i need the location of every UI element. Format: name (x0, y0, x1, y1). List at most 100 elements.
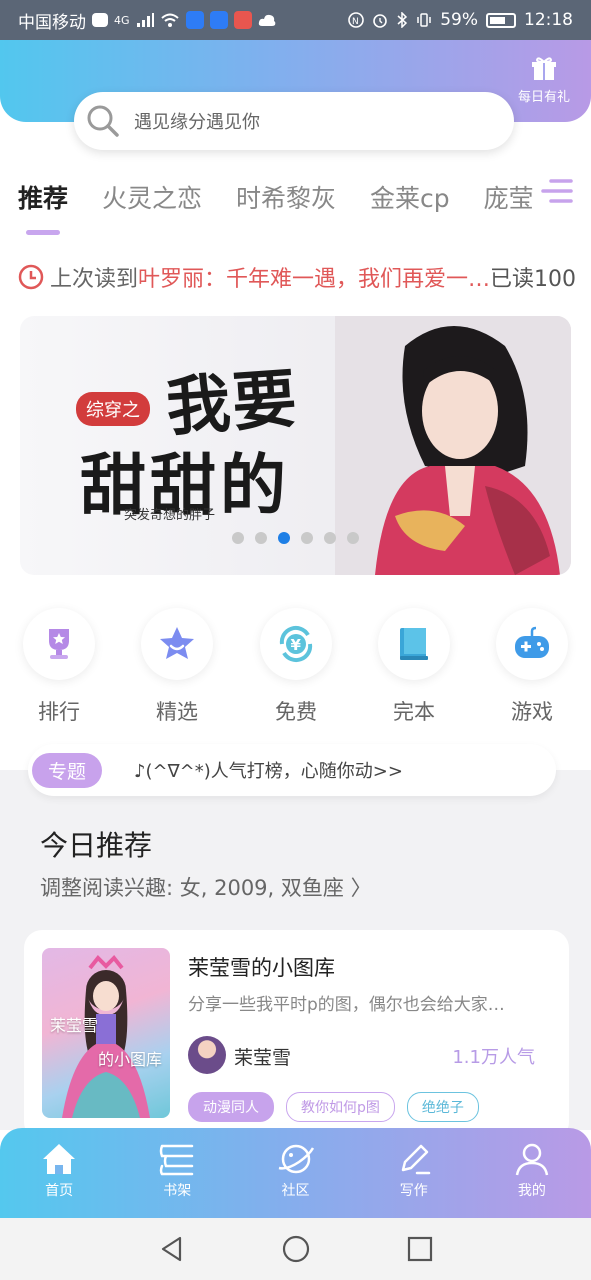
carousel-indicator (232, 532, 359, 544)
last-read-bar[interactable]: 上次读到 叶罗丽：千年难一遇，我们再爱一… 已读100 (18, 260, 591, 294)
entry-featured[interactable]: 精选 (137, 608, 217, 726)
entry-ranking[interactable]: 排行 (19, 608, 99, 726)
wifi-icon (160, 13, 179, 27)
clock: 12:18 (524, 10, 573, 30)
book-icon (400, 628, 428, 660)
trophy-icon (49, 629, 69, 659)
star-icon (160, 627, 194, 659)
tab-menu-icon[interactable] (541, 176, 575, 206)
home-icon (43, 1144, 76, 1174)
tag-item[interactable]: 教你如何p图 (286, 1092, 395, 1122)
recents-icon[interactable] (406, 1235, 434, 1263)
topic-text: ♪(^∇^*)人气打榜，心随你动>> (134, 761, 403, 782)
book-cover[interactable]: 茉莹雪 的小图库 (42, 948, 170, 1118)
battery-percent: 59% (440, 10, 478, 30)
popularity-count: 1.1万人气 (452, 1047, 535, 1068)
entry-ranking-label: 排行 (38, 700, 80, 724)
book-title[interactable]: 茉莹雪的小图库 (188, 952, 335, 982)
cover-text-2: 的小图库 (98, 1050, 163, 1069)
author-avatar[interactable] (188, 1036, 226, 1074)
clock-icon (18, 264, 44, 290)
author-name[interactable]: 茉莹雪 (234, 1043, 291, 1070)
network-label: 4G (114, 13, 130, 27)
browser-app-icon (185, 11, 204, 29)
cover-text-1: 茉莹雪 (50, 1016, 99, 1035)
carousel-dot[interactable] (301, 532, 313, 544)
entry-games-circle (496, 608, 568, 680)
nav-community-label: 社区 (281, 1183, 310, 1199)
tab-jinlai[interactable]: 金莱cp (370, 176, 450, 222)
carousel-dot[interactable] (232, 532, 244, 544)
tag-item[interactable]: 绝绝子 (406, 1092, 479, 1122)
banner-carousel[interactable]: 综穿之 我要 甜甜的 突发奇想的胖子 (20, 316, 571, 575)
nfc-icon: N (348, 12, 365, 28)
entry-featured-label: 精选 (156, 700, 198, 724)
back-icon[interactable] (158, 1235, 186, 1263)
book-card[interactable]: 茉莹雪 的小图库 茉莹雪的小图库 分享一些我平时p的图，偶尔也会给大家… 茉莹雪… (24, 930, 569, 1140)
last-read-book: 叶罗丽：千年难一遇，我们再爱一… (138, 267, 491, 292)
system-navigation-bar (0, 1218, 591, 1280)
svg-text:N: N (352, 17, 359, 27)
carousel-dot[interactable] (255, 532, 267, 544)
tag-item[interactable]: 动漫同人 (188, 1092, 274, 1122)
signal-icon (136, 13, 154, 27)
last-read-progress: 已读100 (490, 267, 577, 292)
topic-badge: 专题 (32, 752, 103, 788)
tab-huoling[interactable]: 火灵之恋 (102, 176, 202, 222)
entry-featured-circle (141, 608, 213, 680)
yen-icon: ¥ (279, 625, 313, 663)
user-icon (515, 1143, 549, 1176)
nav-profile-label: 我的 (517, 1183, 546, 1199)
daily-gift-label: 每日有礼 (517, 90, 570, 105)
daily-gift-button[interactable]: 每日有礼 (513, 56, 575, 105)
carousel-dot[interactable] (324, 532, 336, 544)
carrier-label: 中国移动 (18, 12, 86, 33)
entry-free-circle: ¥ (260, 608, 332, 680)
tab-recommend[interactable]: 推荐 (18, 176, 68, 235)
section-title: 今日推荐 (40, 829, 153, 862)
nav-community[interactable]: 社区 (236, 1128, 354, 1218)
gift-icon (532, 57, 556, 80)
battery-icon (486, 12, 516, 28)
entry-complete-label: 完本 (393, 700, 435, 724)
nav-home-label: 首页 (45, 1183, 74, 1199)
tab-shixi[interactable]: 时希黎灰 (236, 176, 336, 222)
carousel-dot[interactable] (278, 532, 290, 544)
bulb-app-icon (209, 11, 228, 29)
alarm-icon (373, 14, 388, 28)
nav-write[interactable]: 写作 (355, 1128, 473, 1218)
entry-complete-circle (378, 608, 450, 680)
search-bar[interactable]: 遇见缘分遇见你 (74, 92, 514, 150)
interest-adjust-link[interactable]: 调整阅读兴趣: 女, 2009, 双鱼座 〉 (40, 872, 372, 902)
quick-entries: 排行 精选 ¥ 免费 完本 游戏 (0, 608, 591, 728)
last-read-prefix: 上次读到 (50, 267, 139, 292)
planet-icon (278, 1144, 314, 1174)
entry-free-label: 免费 (275, 700, 317, 724)
home-button-icon[interactable] (281, 1234, 311, 1264)
banner-author: 突发奇想的胖子 (124, 508, 216, 523)
hd-icon (92, 13, 108, 27)
entry-games[interactable]: 游戏 (492, 608, 572, 726)
tab-pangying[interactable]: 庞莹 (484, 176, 534, 222)
nav-home[interactable]: 首页 (0, 1128, 118, 1218)
category-tabs: 推荐 火灵之恋 时希黎灰 金莱cp 庞莹 (18, 176, 591, 236)
pen-icon (401, 1144, 430, 1175)
entry-ranking-circle (23, 608, 95, 680)
book-description: 分享一些我平时p的图，偶尔也会给大家… (188, 995, 505, 1015)
bluetooth-icon (397, 12, 408, 28)
banner-character-illustration (335, 316, 571, 575)
bottom-navigation: 首页 书架 社区 写作 我的 (0, 1128, 591, 1218)
bookshelf-icon (160, 1144, 194, 1176)
nav-bookshelf[interactable]: 书架 (118, 1128, 236, 1218)
carousel-dot[interactable] (347, 532, 359, 544)
topic-bar[interactable]: 专题 ♪(^∇^*)人气打榜，心随你动>> (28, 744, 556, 796)
vibrate-icon (417, 13, 431, 27)
entry-games-label: 游戏 (511, 700, 553, 724)
nav-bookshelf-label: 书架 (163, 1183, 192, 1199)
gamepad-icon (515, 626, 549, 658)
cloud-icon (258, 14, 275, 26)
entry-free[interactable]: ¥ 免费 (256, 608, 336, 726)
nav-profile[interactable]: 我的 (473, 1128, 591, 1218)
svg-text:¥: ¥ (291, 636, 302, 654)
entry-complete[interactable]: 完本 (374, 608, 454, 726)
